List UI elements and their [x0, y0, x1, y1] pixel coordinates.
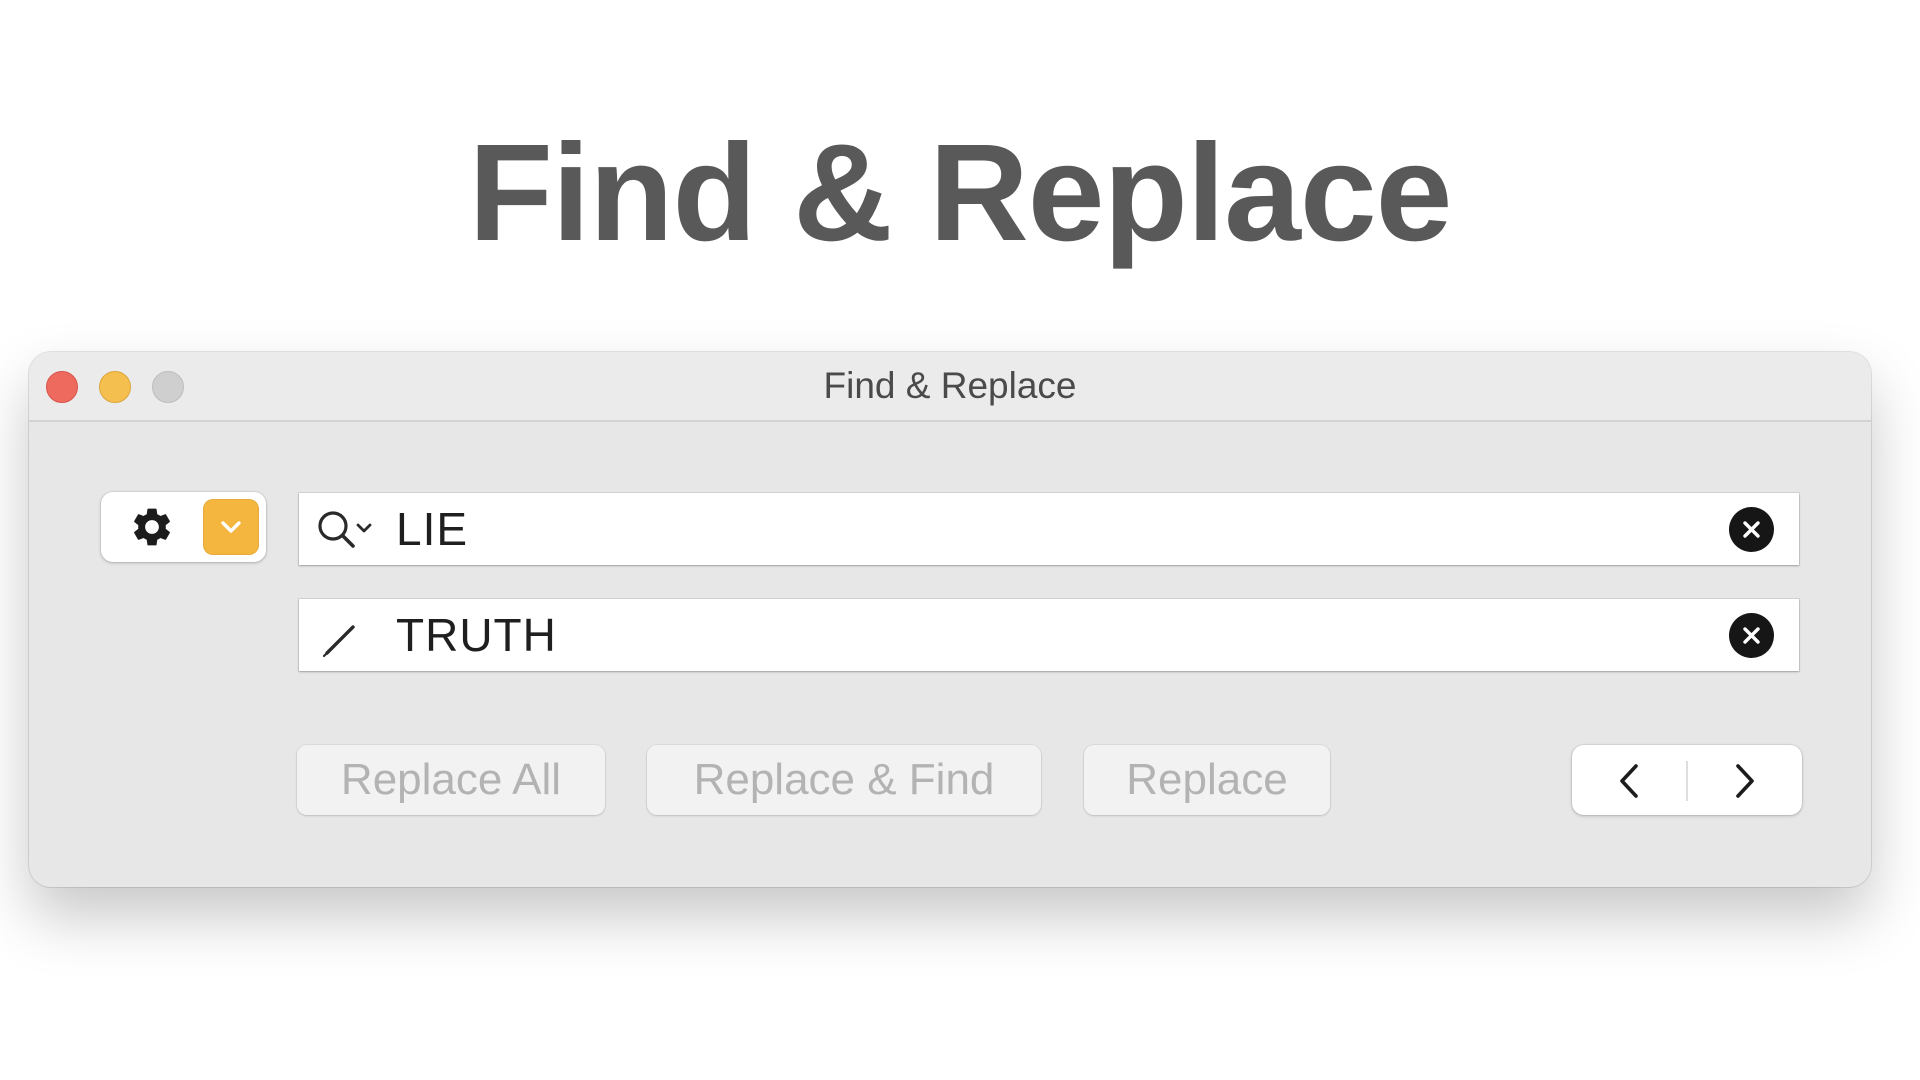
close-icon [1743, 627, 1760, 644]
previous-match-button[interactable] [1572, 745, 1687, 815]
window-title: Find & Replace [823, 365, 1077, 406]
replace-field[interactable]: TRUTH [299, 599, 1799, 671]
find-replace-window: Find & Replace LIE TRUTH Replace All Rep… [29, 352, 1871, 887]
page-headline: Find & Replace [468, 116, 1453, 270]
find-field[interactable]: LIE [299, 493, 1799, 565]
chevron-left-icon [1620, 764, 1638, 798]
clear-replace-button[interactable] [1729, 613, 1774, 658]
page: Find & Replace Find & Replace LIE TRUTH … [0, 0, 1920, 1080]
replace-and-find-button[interactable]: Replace & Find [647, 745, 1041, 815]
replace-input[interactable]: TRUTH [396, 599, 557, 671]
next-match-button[interactable] [1687, 745, 1802, 815]
search-icon[interactable] [313, 505, 383, 553]
clear-find-button[interactable] [1729, 507, 1774, 552]
gear-icon [134, 508, 170, 546]
options-button[interactable] [101, 492, 266, 562]
find-navigation [1572, 745, 1802, 815]
chevron-down-icon [221, 521, 241, 533]
close-icon [1743, 521, 1760, 538]
options-dropdown-button[interactable] [203, 499, 259, 555]
title-bar[interactable]: Find & Replace [29, 352, 1871, 422]
replace-button[interactable]: Replace [1084, 745, 1330, 815]
replace-all-button[interactable]: Replace All [297, 745, 605, 815]
chevron-right-icon [1736, 764, 1754, 798]
pencil-icon [322, 625, 355, 658]
find-input[interactable]: LIE [396, 493, 468, 565]
